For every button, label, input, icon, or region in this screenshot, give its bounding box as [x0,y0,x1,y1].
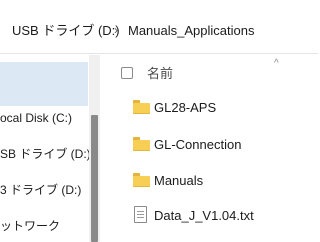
file-name: GL28-APS [154,100,217,115]
nav-scrollbar-thumb[interactable] [91,115,98,242]
sort-caret-icon: ^ [274,58,279,69]
nav-item-network[interactable]: ットワーク [0,219,60,233]
file-name: GL-Connection [154,137,242,152]
list-item[interactable]: GL-Connection [121,134,316,156]
address-bar[interactable]: USB ドライブ (D:) › Manuals_Applications [0,0,318,54]
nav-item-usb-drive[interactable]: SB ドライブ (D:) [0,147,91,161]
folder-icon [133,137,150,151]
list-item[interactable]: Data_J_V1.04.txt [121,205,316,227]
file-name: Manuals [154,173,204,188]
nav-item-local-disk[interactable]: ocal Disk (C:) [0,111,72,125]
list-item[interactable]: GL28-APS [121,97,316,119]
select-all-checkbox[interactable] [121,67,133,79]
file-name: Data_J_V1.04.txt [154,208,254,223]
breadcrumb-chevron-icon: › [114,23,118,37]
folder-icon [133,173,150,187]
folder-icon [133,100,150,114]
breadcrumb-drive[interactable]: USB ドライブ (D:) [12,23,120,39]
nav-item-usb-drive-2[interactable]: 3 ドライブ (D:) [0,183,81,197]
navigation-pane: ocal Disk (C:) SB ドライブ (D:) 3 ドライブ (D:) … [0,55,100,242]
nav-selected-item[interactable] [0,62,88,106]
text-file-icon [134,206,147,223]
column-header-name[interactable]: 名前 [147,66,173,81]
list-item[interactable]: Manuals [121,170,316,192]
breadcrumb-folder[interactable]: Manuals_Applications [128,23,254,39]
